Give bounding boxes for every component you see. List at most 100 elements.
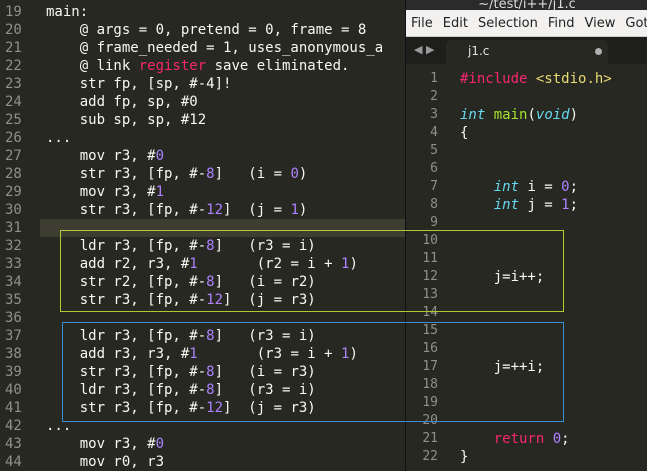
code-text: ... <box>46 129 71 147</box>
menu-item-find[interactable]: Find <box>543 16 580 31</box>
code-token: ) <box>298 166 308 182</box>
line-number: 5 <box>430 143 438 158</box>
line-number: 30 <box>5 202 22 218</box>
code-line: 5 <box>406 142 647 160</box>
line-number: 33 <box>5 256 22 272</box>
code-token: <stdio.h> <box>535 71 612 87</box>
code-token: { <box>460 125 469 141</box>
code-token: 1 <box>155 184 165 200</box>
line-number: 42 <box>5 418 22 434</box>
code-text: { <box>460 124 468 142</box>
line-number: 16 <box>422 341 438 356</box>
code-line: 20 @ args = 0, pretend = 0, frame = 8 <box>0 21 410 39</box>
code-token: 0 <box>561 179 570 195</box>
code-text: return 0; <box>460 430 570 448</box>
line-number: 6 <box>430 161 438 176</box>
code-line: 21 return 0; <box>406 430 647 448</box>
line-number: 43 <box>5 436 22 452</box>
unsaved-dot-icon[interactable] <box>595 48 602 55</box>
menu-item-goto[interactable]: Goto <box>620 16 647 31</box>
menu-item-view[interactable]: View <box>580 16 621 31</box>
code-line: 11 <box>406 250 647 268</box>
line-number: 3 <box>430 107 438 122</box>
line-number: 17 <box>422 359 438 374</box>
code-text: mov r3, #0 <box>46 147 164 165</box>
code-text: @ link register save eliminated. <box>46 57 350 75</box>
line-number: 11 <box>422 251 438 266</box>
line-number: 19 <box>422 395 438 410</box>
menu-bar: FileEditSelectionFindViewGoto <box>406 10 647 37</box>
line-number: 29 <box>5 184 22 200</box>
menu-item-edit[interactable]: Edit <box>438 16 473 31</box>
code-line: 4{ <box>406 124 647 142</box>
code-token: ) <box>298 202 308 218</box>
code-text: @ args = 0, pretend = 0, frame = 8 <box>46 21 367 39</box>
code-line: 16 <box>406 340 647 358</box>
code-token: add fp, sp, #0 <box>46 94 198 110</box>
code-token: int <box>493 179 520 195</box>
code-token: 0 <box>552 431 562 447</box>
code-line: 27 mov r3, #0 <box>0 147 410 165</box>
code-line: 26... <box>0 129 410 147</box>
code-token: ... <box>46 130 72 146</box>
line-number: 25 <box>5 112 22 128</box>
line-number: 34 <box>5 274 22 290</box>
code-token: 1 <box>290 202 299 218</box>
line-number: 12 <box>422 269 438 284</box>
line-number: 1 <box>430 71 438 86</box>
code-token: 0 <box>155 148 165 164</box>
line-number: 8 <box>430 197 438 212</box>
line-number: 27 <box>5 148 22 164</box>
code-line: 2 <box>406 88 647 106</box>
code-token: ] (i = <box>214 166 291 182</box>
code-line: 14 <box>406 304 647 322</box>
code-token: int <box>460 107 486 123</box>
code-text: @ frame_needed = 1, uses_anonymous_a <box>46 39 383 57</box>
line-number: 39 <box>5 364 22 380</box>
line-number: 20 <box>422 413 438 428</box>
code-line: 18 <box>406 376 647 394</box>
code-line: 23 str fp, [sp, #-4]! <box>0 75 410 93</box>
code-token: 1 <box>561 197 570 213</box>
line-number: 9 <box>430 215 438 230</box>
menu-item-file[interactable]: File <box>406 16 438 31</box>
line-number: 13 <box>422 287 438 302</box>
line-number: 38 <box>5 346 22 362</box>
code-text: main: <box>46 3 88 21</box>
code-line: 28 str r3, [fp, #-8] (i = 0) <box>0 165 410 183</box>
line-number: 44 <box>5 454 22 470</box>
c-source-editor[interactable]: 1 #include <stdio.h> 2 3 int main(void) 4{5 6 7… <box>406 70 647 471</box>
code-text: mov r3, #1 <box>46 183 164 201</box>
assembly-editor[interactable]: 19 main: 20 @ args = 0, pretend = 0, frame… <box>0 0 410 471</box>
line-number: 20 <box>5 22 22 38</box>
code-token: return <box>493 431 545 447</box>
line-number: 36 <box>5 310 22 326</box>
code-token: ; <box>561 431 570 447</box>
code-line: 24 add fp, sp, #0 <box>0 93 410 111</box>
code-token: ) <box>569 107 579 123</box>
line-number: 21 <box>422 431 438 446</box>
code-text: j=++i; <box>460 358 545 376</box>
code-token: str fp, [sp, #-4]! <box>46 76 232 92</box>
line-number: 37 <box>5 328 22 344</box>
code-token: str r3, [fp, #- <box>46 202 207 218</box>
code-token: j=i++; <box>460 269 545 285</box>
line-number: 41 <box>5 400 22 416</box>
code-line: 19 <box>406 394 647 412</box>
line-number: 32 <box>5 238 22 254</box>
tab-j1c[interactable]: j1.c <box>446 40 608 64</box>
menu-item-selection[interactable]: Selection <box>473 16 543 31</box>
tab-nav-arrows-icon[interactable]: ◀ ▶ <box>414 43 434 56</box>
code-line: 22 @ link register save eliminated. <box>0 57 410 75</box>
code-line: 25 sub sp, sp, #12 <box>0 111 410 129</box>
line-number: 31 <box>5 220 22 236</box>
code-text: sub sp, sp, #12 <box>46 111 206 129</box>
code-line: 12 j=i++; <box>406 268 647 286</box>
line-number: 21 <box>5 40 22 56</box>
tab-bar: ◀ ▶ j1.c <box>406 37 647 64</box>
code-line: 9 <box>406 214 647 232</box>
line-number: 19 <box>5 4 22 20</box>
line-number: 7 <box>430 179 438 194</box>
